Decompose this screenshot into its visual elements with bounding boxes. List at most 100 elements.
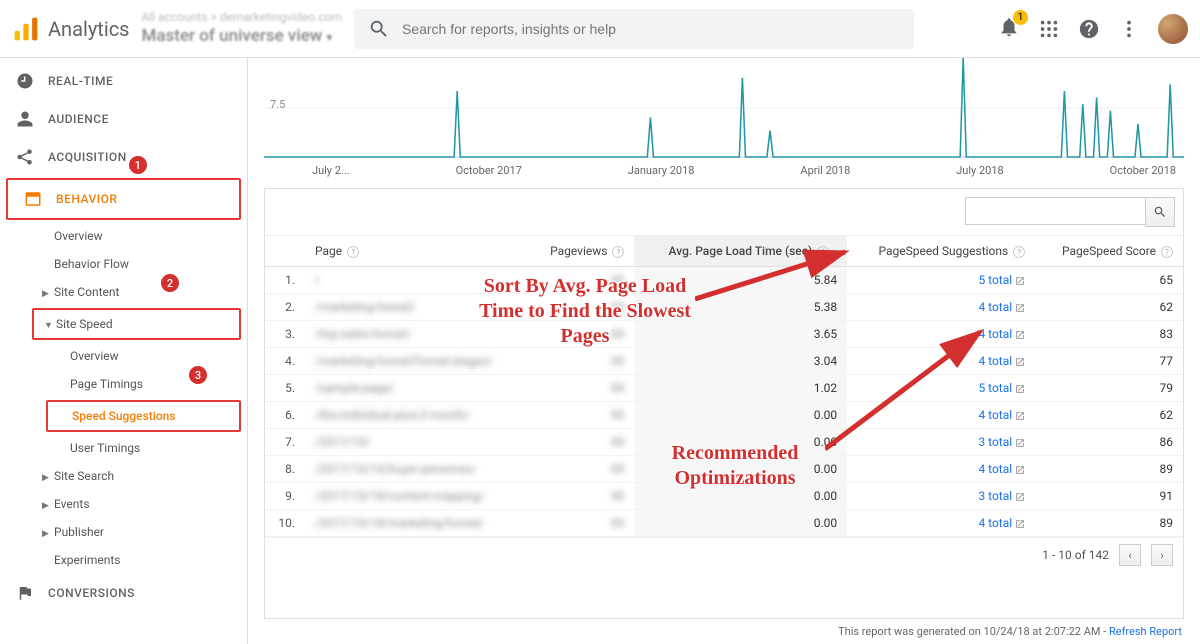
external-link-icon: [1015, 303, 1025, 313]
cell-suggestions[interactable]: 4 total: [847, 348, 1035, 375]
nav-sitespeed-overview[interactable]: Overview: [0, 342, 247, 370]
table-row[interactable]: 1. / 00 5.84 5 total 65: [265, 267, 1183, 294]
nav-audience[interactable]: AUDIENCE: [0, 100, 247, 138]
cell-suggestions[interactable]: 3 total: [847, 483, 1035, 510]
search-icon: [368, 18, 390, 40]
cell-pageviews: 00: [528, 267, 634, 294]
table-row[interactable]: 9. /2017/10/18/content-mapping/ 00 0.00 …: [265, 483, 1183, 510]
nav-behavior[interactable]: BEHAVIOR: [6, 178, 241, 220]
flag-icon: [16, 584, 34, 602]
col-pagespeed-suggestions[interactable]: PageSpeed Suggestions ?: [847, 236, 1035, 267]
search-input[interactable]: [402, 21, 900, 37]
timeline-chart[interactable]: 7.5 July 2...October 2017January 2018Apr…: [248, 58, 1200, 178]
cell-page[interactable]: /2017/10/10/buyer-personas/: [305, 456, 528, 483]
row-index: 9.: [265, 483, 305, 510]
cell-score: 79: [1035, 375, 1183, 402]
cell-page[interactable]: /marketing-funnel/: [305, 294, 528, 321]
cell-suggestions[interactable]: 4 total: [847, 402, 1035, 429]
nav-page-timings[interactable]: Page Timings 3: [0, 370, 247, 398]
nav-speed-suggestions[interactable]: Speed Suggestions: [46, 400, 241, 432]
table-row[interactable]: 6. /the-individual-plus-2-month/ 00 0.00…: [265, 402, 1183, 429]
cell-suggestions[interactable]: 5 total: [847, 375, 1035, 402]
cell-suggestions[interactable]: 4 total: [847, 321, 1035, 348]
cell-page[interactable]: /2017/10/18/marketing-funnel/: [305, 510, 528, 537]
data-table-panel: Page ? Pageviews ? Avg. Page Load Time (…: [264, 188, 1184, 619]
help-icon[interactable]: ?: [612, 246, 624, 258]
nav-site-search[interactable]: ▶Site Search: [0, 462, 247, 490]
col-page[interactable]: Page ?: [305, 236, 528, 267]
cell-page[interactable]: /top-sales-funnel/: [305, 321, 528, 348]
refresh-report-link[interactable]: Refresh Report: [1109, 625, 1182, 638]
cell-suggestions[interactable]: 3 total: [847, 429, 1035, 456]
cell-page[interactable]: /2017/10/: [305, 429, 528, 456]
search-box[interactable]: [354, 9, 914, 49]
nav-experiments[interactable]: Experiments: [0, 546, 247, 574]
notification-count: 1: [1013, 10, 1028, 25]
help-icon[interactable]: [1078, 18, 1100, 40]
share-icon: [16, 148, 34, 166]
table-row[interactable]: 3. /top-sales-funnel/ 00 3.65 4 total 83: [265, 321, 1183, 348]
nav-user-timings[interactable]: User Timings: [0, 434, 247, 462]
table-row[interactable]: 2. /marketing-funnel/ 00 5.38 4 total 62: [265, 294, 1183, 321]
more-vert-icon[interactable]: [1118, 18, 1140, 40]
help-icon[interactable]: ?: [347, 246, 359, 258]
apps-icon[interactable]: [1038, 18, 1060, 40]
nav-behavior-flow[interactable]: Behavior Flow: [0, 250, 247, 278]
help-icon[interactable]: ?: [1161, 246, 1173, 258]
table-row[interactable]: 8. /2017/10/10/buyer-personas/ 00 0.00 4…: [265, 456, 1183, 483]
table-row[interactable]: 4. /marketing-funnel/funnel-stages/ 00 3…: [265, 348, 1183, 375]
pager-prev-button[interactable]: ‹: [1119, 544, 1141, 566]
table-row[interactable]: 7. /2017/10/ 00 0.00 3 total 86: [265, 429, 1183, 456]
cell-pageviews: 00: [528, 375, 634, 402]
nav-behavior-overview[interactable]: Overview: [0, 222, 247, 250]
cell-page[interactable]: /marketing-funnel/funnel-stages/: [305, 348, 528, 375]
notifications-button[interactable]: 1: [998, 16, 1020, 42]
cell-score: 86: [1035, 429, 1183, 456]
search-icon: [1153, 205, 1167, 219]
analytics-logo-icon: [12, 15, 40, 43]
cell-score: 65: [1035, 267, 1183, 294]
table-search-button[interactable]: [1145, 197, 1175, 227]
cell-suggestions[interactable]: 4 total: [847, 294, 1035, 321]
cell-suggestions[interactable]: 4 total: [847, 510, 1035, 537]
help-icon[interactable]: ?: [1013, 246, 1025, 258]
table-row[interactable]: 10. /2017/10/18/marketing-funnel/ 00 0.0…: [265, 510, 1183, 537]
nav-site-content[interactable]: ▶Site Content 2: [0, 278, 247, 306]
pager-next-button[interactable]: ›: [1151, 544, 1173, 566]
col-avg-load-time[interactable]: Avg. Page Load Time (sec) ? ↓: [634, 236, 847, 267]
account-path: All accounts > demarketingvideo.com: [142, 10, 342, 26]
caret-down-icon: ▼: [44, 320, 54, 331]
cell-page[interactable]: /sample-page/: [305, 375, 528, 402]
table-filter-input[interactable]: [965, 197, 1145, 225]
cell-score: 62: [1035, 402, 1183, 429]
row-index: 1.: [265, 267, 305, 294]
cell-page[interactable]: /2017/10/18/content-mapping/: [305, 483, 528, 510]
cell-avg-load: 0.00: [634, 510, 847, 537]
view-picker[interactable]: All accounts > demarketingvideo.com Mast…: [142, 10, 342, 48]
col-pagespeed-score[interactable]: PageSpeed Score ?: [1035, 236, 1183, 267]
cell-page[interactable]: /the-individual-plus-2-month/: [305, 402, 528, 429]
row-index: 4.: [265, 348, 305, 375]
nav-site-speed[interactable]: ▼Site Speed: [32, 308, 241, 340]
cell-avg-load: 0.00: [634, 429, 847, 456]
chart-x-axis: July 2...October 2017January 2018April 2…: [264, 162, 1184, 177]
nav-acquisition[interactable]: ACQUISITION 1: [0, 138, 247, 176]
cell-page[interactable]: /: [305, 267, 528, 294]
cell-avg-load: 5.84: [634, 267, 847, 294]
table-row[interactable]: 5. /sample-page/ 00 1.02 5 total 79: [265, 375, 1183, 402]
nav-publisher[interactable]: ▶Publisher: [0, 518, 247, 546]
cell-pageviews: 00: [528, 321, 634, 348]
cell-suggestions[interactable]: 5 total: [847, 267, 1035, 294]
row-index: 8.: [265, 456, 305, 483]
cell-pageviews: 00: [528, 483, 634, 510]
nav-realtime[interactable]: REAL-TIME: [0, 62, 247, 100]
caret-right-icon: ▶: [42, 501, 52, 511]
cell-pageviews: 00: [528, 429, 634, 456]
nav-conversions[interactable]: CONVERSIONS: [0, 574, 247, 612]
row-index: 6.: [265, 402, 305, 429]
help-icon[interactable]: ?: [817, 246, 829, 258]
col-pageviews[interactable]: Pageviews ?: [528, 236, 634, 267]
cell-suggestions[interactable]: 4 total: [847, 456, 1035, 483]
user-avatar[interactable]: [1158, 14, 1188, 44]
nav-events[interactable]: ▶Events: [0, 490, 247, 518]
